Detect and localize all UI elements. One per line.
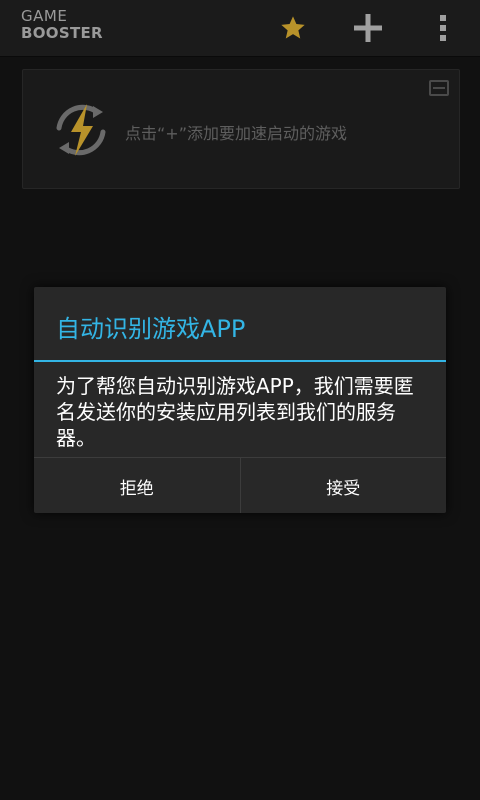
- dialog-message: 为了帮您自动识别游戏APP，我们需要匿名发送你的安装应用列表到我们的服务器。: [56, 374, 414, 450]
- logo-line-booster: BOOSTER: [21, 24, 103, 42]
- overflow-menu-button[interactable]: [423, 8, 463, 48]
- add-icon: [354, 14, 382, 42]
- dialog-button-bar: 拒绝 接受: [34, 457, 446, 513]
- overflow-menu-icon: [440, 15, 446, 41]
- app-logo: GAME BOOSTER: [21, 9, 103, 41]
- collapse-button[interactable]: [429, 80, 449, 96]
- accept-button[interactable]: 接受: [239, 458, 447, 513]
- reject-button[interactable]: 拒绝: [34, 458, 240, 513]
- logo-line-game: GAME: [21, 7, 68, 25]
- app-bar: GAME BOOSTER: [0, 0, 480, 57]
- dialog-title: 自动识别游戏APP: [56, 315, 246, 343]
- add-game-card[interactable]: 点击“+”添加要加速启动的游戏: [22, 69, 460, 189]
- title-divider: [34, 360, 446, 362]
- permission-dialog: 自动识别游戏APP 为了帮您自动识别游戏APP，我们需要匿名发送你的安装应用列表…: [34, 287, 446, 513]
- star-icon: [281, 16, 305, 39]
- favorites-button[interactable]: [273, 8, 313, 48]
- add-game-button[interactable]: [348, 8, 388, 48]
- lightning-refresh-icon: [56, 104, 106, 156]
- add-game-hint: 点击“+”添加要加速启动的游戏: [125, 124, 347, 143]
